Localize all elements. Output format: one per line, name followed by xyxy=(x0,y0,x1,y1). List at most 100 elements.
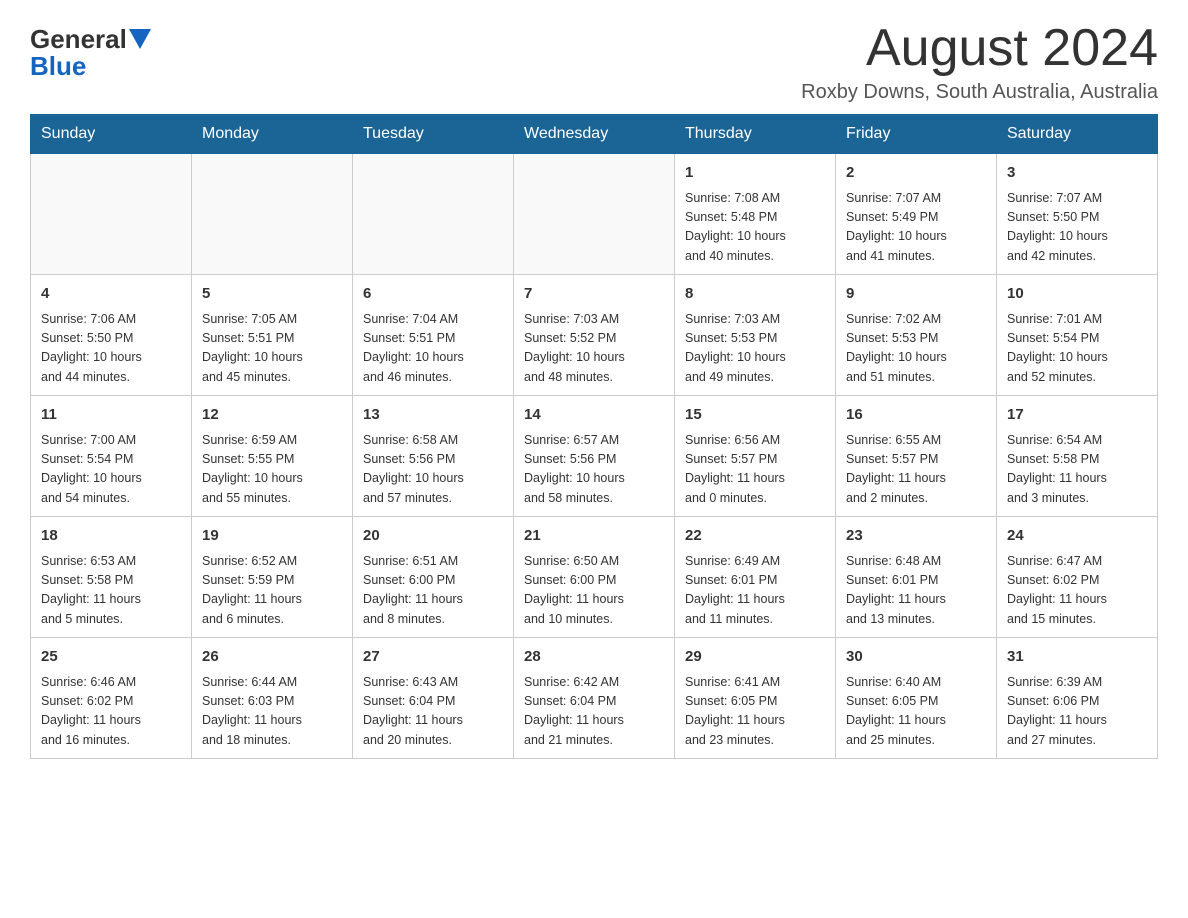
day-number: 19 xyxy=(202,525,342,548)
week-row-3: 11Sunrise: 7:00 AMSunset: 5:54 PMDayligh… xyxy=(31,396,1158,517)
day-info: Sunrise: 6:56 AMSunset: 5:57 PMDaylight:… xyxy=(685,431,825,509)
calendar-cell: 18Sunrise: 6:53 AMSunset: 5:58 PMDayligh… xyxy=(31,517,192,638)
calendar-cell xyxy=(514,154,675,275)
calendar-cell: 22 Sunrise: 6:49 AMSunset: 6:01 PMDayligh… xyxy=(675,517,836,638)
calendar-cell xyxy=(192,154,353,275)
day-info: Sunrise: 7:02 AMSunset: 5:53 PMDaylight:… xyxy=(846,310,986,388)
week-row-1: 1 Sunrise: 7:08 AMSunset: 5:48 PMDaylight… xyxy=(31,154,1158,275)
day-info: Sunrise: 7:07 AMSunset: 5:49 PMDaylight:… xyxy=(846,189,986,267)
day-number: 5 xyxy=(202,283,342,306)
day-number: 26 xyxy=(202,646,342,669)
day-info: Sunrise: 6:51 AMSunset: 6:00 PMDaylight:… xyxy=(363,552,503,630)
column-header-saturday: Saturday xyxy=(997,115,1158,154)
calendar-cell: 7 Sunrise: 7:03 AMSunset: 5:52 PMDaylight… xyxy=(514,275,675,396)
day-info: Sunrise: 6:47 AMSunset: 6:02 PMDaylight:… xyxy=(1007,552,1147,630)
logo-arrow-icon xyxy=(129,29,151,49)
day-info: Sunrise: 6:43 AMSunset: 6:04 PMDaylight:… xyxy=(363,673,503,751)
day-info: Sunrise: 6:49 AMSunset: 6:01 PMDaylight:… xyxy=(685,552,825,630)
calendar-cell: 26 Sunrise: 6:44 AMSunset: 6:03 PMDayligh… xyxy=(192,638,353,759)
calendar-cell: 9 Sunrise: 7:02 AMSunset: 5:53 PMDaylight… xyxy=(836,275,997,396)
logo-general-text: General xyxy=(30,25,127,54)
day-info: Sunrise: 7:08 AMSunset: 5:48 PMDaylight:… xyxy=(685,189,825,267)
day-number: 12 xyxy=(202,404,342,427)
calendar-cell: 13Sunrise: 6:58 AMSunset: 5:56 PMDayligh… xyxy=(353,396,514,517)
day-info: Sunrise: 7:03 AMSunset: 5:52 PMDaylight:… xyxy=(524,310,664,388)
calendar-cell: 27Sunrise: 6:43 AMSunset: 6:04 PMDayligh… xyxy=(353,638,514,759)
calendar-cell xyxy=(353,154,514,275)
calendar-cell: 21 Sunrise: 6:50 AMSunset: 6:00 PMDayligh… xyxy=(514,517,675,638)
day-info: Sunrise: 6:39 AMSunset: 6:06 PMDaylight:… xyxy=(1007,673,1147,751)
day-info: Sunrise: 7:00 AMSunset: 5:54 PMDaylight:… xyxy=(41,431,181,509)
column-header-monday: Monday xyxy=(192,115,353,154)
day-number: 30 xyxy=(846,646,986,669)
calendar-cell: 17 Sunrise: 6:54 AMSunset: 5:58 PMDayligh… xyxy=(997,396,1158,517)
day-number: 25 xyxy=(41,646,181,669)
day-number: 14 xyxy=(524,404,664,427)
calendar-cell: 11Sunrise: 7:00 AMSunset: 5:54 PMDayligh… xyxy=(31,396,192,517)
column-header-wednesday: Wednesday xyxy=(514,115,675,154)
day-info: Sunrise: 7:06 AMSunset: 5:50 PMDaylight:… xyxy=(41,310,181,388)
day-number: 1 xyxy=(685,162,825,185)
day-info: Sunrise: 6:40 AMSunset: 6:05 PMDaylight:… xyxy=(846,673,986,751)
calendar-cell: 15 Sunrise: 6:56 AMSunset: 5:57 PMDayligh… xyxy=(675,396,836,517)
calendar-cell: 12Sunrise: 6:59 AMSunset: 5:55 PMDayligh… xyxy=(192,396,353,517)
location-title: Roxby Downs, South Australia, Australia xyxy=(801,81,1158,104)
day-number: 6 xyxy=(363,283,503,306)
day-info: Sunrise: 7:05 AMSunset: 5:51 PMDaylight:… xyxy=(202,310,342,388)
calendar-cell xyxy=(31,154,192,275)
day-number: 9 xyxy=(846,283,986,306)
week-row-5: 25 Sunrise: 6:46 AMSunset: 6:02 PMDayligh… xyxy=(31,638,1158,759)
day-number: 31 xyxy=(1007,646,1147,669)
day-info: Sunrise: 6:57 AMSunset: 5:56 PMDaylight:… xyxy=(524,431,664,509)
column-header-thursday: Thursday xyxy=(675,115,836,154)
day-number: 3 xyxy=(1007,162,1147,185)
day-number: 17 xyxy=(1007,404,1147,427)
day-info: Sunrise: 6:46 AMSunset: 6:02 PMDaylight:… xyxy=(41,673,181,751)
calendar-cell: 19 Sunrise: 6:52 AMSunset: 5:59 PMDayligh… xyxy=(192,517,353,638)
day-number: 22 xyxy=(685,525,825,548)
day-number: 28 xyxy=(524,646,664,669)
day-info: Sunrise: 7:03 AMSunset: 5:53 PMDaylight:… xyxy=(685,310,825,388)
day-info: Sunrise: 6:53 AMSunset: 5:58 PMDaylight:… xyxy=(41,552,181,630)
calendar-header-row: SundayMondayTuesdayWednesdayThursdayFrid… xyxy=(31,115,1158,154)
day-info: Sunrise: 7:04 AMSunset: 5:51 PMDaylight:… xyxy=(363,310,503,388)
day-number: 7 xyxy=(524,283,664,306)
calendar-cell: 28 Sunrise: 6:42 AMSunset: 6:04 PMDayligh… xyxy=(514,638,675,759)
day-number: 24 xyxy=(1007,525,1147,548)
day-number: 2 xyxy=(846,162,986,185)
day-number: 4 xyxy=(41,283,181,306)
day-info: Sunrise: 6:48 AMSunset: 6:01 PMDaylight:… xyxy=(846,552,986,630)
calendar-cell: 10 Sunrise: 7:01 AMSunset: 5:54 PMDayligh… xyxy=(997,275,1158,396)
calendar-cell: 16Sunrise: 6:55 AMSunset: 5:57 PMDayligh… xyxy=(836,396,997,517)
calendar-cell: 20 Sunrise: 6:51 AMSunset: 6:00 PMDayligh… xyxy=(353,517,514,638)
day-number: 10 xyxy=(1007,283,1147,306)
column-header-tuesday: Tuesday xyxy=(353,115,514,154)
calendar-cell: 29Sunrise: 6:41 AMSunset: 6:05 PMDayligh… xyxy=(675,638,836,759)
calendar-cell: 2 Sunrise: 7:07 AMSunset: 5:49 PMDaylight… xyxy=(836,154,997,275)
calendar-cell: 14 Sunrise: 6:57 AMSunset: 5:56 PMDayligh… xyxy=(514,396,675,517)
calendar-cell: 4 Sunrise: 7:06 AMSunset: 5:50 PMDaylight… xyxy=(31,275,192,396)
day-number: 13 xyxy=(363,404,503,427)
column-header-friday: Friday xyxy=(836,115,997,154)
day-number: 21 xyxy=(524,525,664,548)
calendar-cell: 5 Sunrise: 7:05 AMSunset: 5:51 PMDaylight… xyxy=(192,275,353,396)
day-info: Sunrise: 6:42 AMSunset: 6:04 PMDaylight:… xyxy=(524,673,664,751)
calendar-cell: 31 Sunrise: 6:39 AMSunset: 6:06 PMDayligh… xyxy=(997,638,1158,759)
calendar-table: SundayMondayTuesdayWednesdayThursdayFrid… xyxy=(30,114,1158,759)
day-number: 20 xyxy=(363,525,503,548)
day-number: 15 xyxy=(685,404,825,427)
day-info: Sunrise: 6:50 AMSunset: 6:00 PMDaylight:… xyxy=(524,552,664,630)
calendar-cell: 24 Sunrise: 6:47 AMSunset: 6:02 PMDayligh… xyxy=(997,517,1158,638)
calendar-cell: 30 Sunrise: 6:40 AMSunset: 6:05 PMDayligh… xyxy=(836,638,997,759)
day-info: Sunrise: 6:52 AMSunset: 5:59 PMDaylight:… xyxy=(202,552,342,630)
day-number: 29 xyxy=(685,646,825,669)
week-row-2: 4 Sunrise: 7:06 AMSunset: 5:50 PMDaylight… xyxy=(31,275,1158,396)
day-info: Sunrise: 6:54 AMSunset: 5:58 PMDaylight:… xyxy=(1007,431,1147,509)
week-row-4: 18Sunrise: 6:53 AMSunset: 5:58 PMDayligh… xyxy=(31,517,1158,638)
day-info: Sunrise: 7:01 AMSunset: 5:54 PMDaylight:… xyxy=(1007,310,1147,388)
page-header: General Blue August 2024 Roxby Downs, So… xyxy=(30,20,1158,104)
column-header-sunday: Sunday xyxy=(31,115,192,154)
day-info: Sunrise: 6:44 AMSunset: 6:03 PMDaylight:… xyxy=(202,673,342,751)
logo-blue-text: Blue xyxy=(30,52,86,81)
calendar-cell: 25 Sunrise: 6:46 AMSunset: 6:02 PMDayligh… xyxy=(31,638,192,759)
